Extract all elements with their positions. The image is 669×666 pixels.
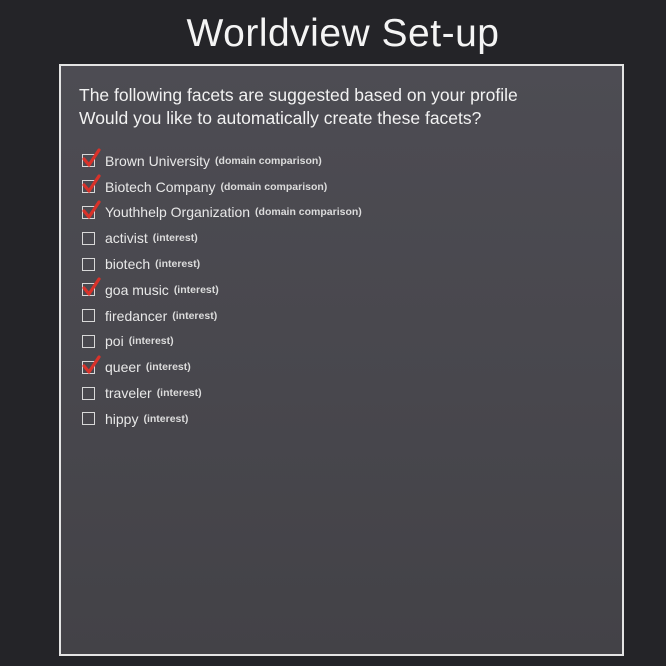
- facet-type: (domain comparison): [215, 154, 322, 167]
- facet-name: Brown University: [105, 152, 211, 169]
- facet-type: (interest): [172, 309, 218, 322]
- checkmark-icon: [82, 200, 101, 219]
- facet-checkbox[interactable]: [82, 200, 101, 219]
- window-title: Worldview Set-up: [186, 12, 500, 55]
- facet-checkbox[interactable]: [82, 386, 95, 400]
- facet-name: Biotech Company: [105, 178, 216, 195]
- facet-checkbox[interactable]: [82, 355, 101, 374]
- facet-type: (interest): [128, 335, 174, 348]
- facet-item[interactable]: goa music (interest): [82, 277, 362, 303]
- facet-suggestion-panel: The following facets are suggested based…: [59, 64, 624, 656]
- checkmark-icon: [82, 148, 101, 167]
- facet-type: (domain comparison): [255, 206, 362, 219]
- checkmark-icon: [82, 174, 101, 193]
- facet-type: (interest): [143, 412, 189, 425]
- facet-item[interactable]: hippy (interest): [82, 406, 362, 432]
- facet-checkbox[interactable]: [82, 174, 101, 194]
- facet-item[interactable]: biotech (interest): [82, 251, 362, 277]
- facet-item[interactable]: poi (interest): [82, 329, 362, 355]
- intro-line-2: Would you like to automatically create t…: [79, 108, 482, 128]
- facet-type: (interest): [173, 283, 219, 296]
- facet-name: activist: [105, 230, 148, 247]
- facet-list: Brown University (domain comparison) Bio…: [82, 148, 362, 432]
- facet-name: firedancer: [105, 307, 168, 324]
- checkmark-icon: [82, 355, 101, 374]
- facet-item[interactable]: queer (interest): [82, 354, 362, 380]
- facet-type: (interest): [145, 361, 191, 374]
- facet-checkbox[interactable]: [82, 412, 95, 426]
- facet-name: Youthhelp Organization: [105, 204, 251, 221]
- setup-window: Worldview Set-up The following facets ar…: [0, 0, 666, 666]
- facet-checkbox[interactable]: [82, 277, 101, 297]
- intro-line-1: The following facets are suggested based…: [79, 85, 518, 105]
- facet-name: hippy: [105, 410, 139, 427]
- facet-name: traveler: [105, 385, 152, 402]
- facet-name: biotech: [105, 256, 151, 273]
- checkmark-icon: [82, 277, 101, 296]
- facet-name: poi: [105, 333, 124, 350]
- facet-checkbox[interactable]: [82, 257, 95, 271]
- facet-checkbox[interactable]: [82, 309, 95, 323]
- facet-type: (interest): [156, 387, 202, 400]
- facet-checkbox[interactable]: [82, 231, 95, 245]
- facet-item[interactable]: Brown University (domain comparison): [82, 148, 362, 174]
- facet-item[interactable]: activist (interest): [82, 225, 362, 251]
- facet-item[interactable]: Biotech Company (domain comparison): [82, 174, 362, 200]
- intro-text: The following facets are suggested based…: [79, 84, 619, 130]
- facet-name: goa music: [105, 281, 169, 298]
- facet-item[interactable]: firedancer (interest): [82, 303, 362, 329]
- facet-type: (interest): [152, 232, 198, 245]
- facet-checkbox[interactable]: [82, 334, 95, 348]
- facet-name: queer: [105, 359, 141, 376]
- facet-item[interactable]: traveler (interest): [82, 380, 362, 406]
- facet-type: (domain comparison): [220, 180, 328, 193]
- facet-checkbox[interactable]: [82, 148, 101, 168]
- facet-type: (interest): [155, 258, 201, 271]
- facet-item[interactable]: Youthhelp Organization (domain compariso…: [82, 200, 362, 226]
